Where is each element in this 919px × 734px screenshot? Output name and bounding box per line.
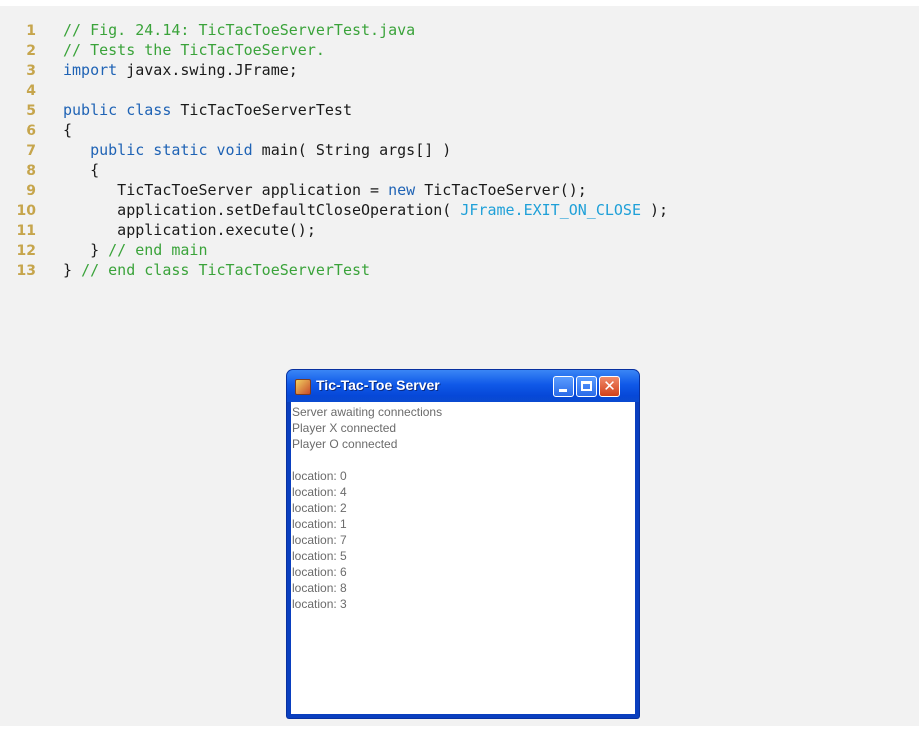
line-number: 4 (26, 83, 36, 99)
line-number: 1 (26, 23, 36, 39)
code-line: 8 { (14, 160, 668, 180)
log-line: Server awaiting connections (292, 405, 443, 419)
code-token-plain: ); (640, 201, 669, 219)
log-line: Player X connected (292, 421, 397, 435)
log-line: location: 4 (292, 485, 347, 499)
log-line: Player O connected (292, 437, 398, 451)
log-line: location: 5 (292, 549, 347, 563)
maximize-button[interactable] (576, 376, 597, 397)
code-token-plain: } (63, 241, 109, 259)
minimize-button[interactable] (553, 376, 574, 397)
code-figure-panel: 1 // Fig. 24.14: TicTacToeServerTest.java… (0, 6, 919, 726)
log-line: location: 3 (292, 597, 347, 611)
code-token-plain: main( String args[] ) (252, 141, 452, 159)
code-token-plain: } (63, 261, 82, 279)
log-line: location: 8 (292, 581, 347, 595)
line-number: 12 (16, 243, 36, 259)
code-token-kw: new (388, 181, 416, 199)
window-titlebar[interactable]: Tic-Tac-Toe Server ✕ (287, 370, 639, 402)
code-token-plain: { (63, 161, 100, 179)
close-button[interactable]: ✕ (599, 376, 620, 397)
server-window: Tic-Tac-Toe Server ✕ Server awaiting con… (287, 370, 639, 718)
code-line: 11 application.execute(); (14, 220, 668, 240)
code-token-plain: { (63, 121, 73, 139)
log-line: location: 0 (292, 469, 347, 483)
output-text-area[interactable]: Server awaiting connections Player X conn… (291, 402, 635, 714)
code-line: 6{ (14, 120, 668, 140)
close-icon: ✕ (603, 377, 616, 395)
code-token-plain: application.execute(); (63, 221, 316, 239)
line-number: 13 (16, 263, 36, 279)
code-line: 12 } // end main (14, 240, 668, 260)
code-token-const: JFrame.EXIT_ON_CLOSE (460, 201, 641, 219)
code-token-comment: // end main (108, 241, 208, 259)
java-app-icon (295, 379, 311, 395)
code-token-comment: // end class TicTacToeServerTest (81, 261, 371, 279)
line-number: 11 (16, 223, 36, 239)
line-number: 10 (16, 203, 36, 219)
code-token-plain: javax.swing.JFrame; (117, 61, 298, 79)
code-token-plain: TicTacToeServer application = (63, 181, 389, 199)
maximize-icon (581, 381, 592, 391)
code-token-plain: TicTacToeServer(); (415, 181, 587, 199)
code-line: 1 // Fig. 24.14: TicTacToeServerTest.java (14, 20, 668, 40)
code-line: 10 application.setDefaultCloseOperation(… (14, 200, 669, 220)
code-token-plain: application.setDefaultCloseOperation( (63, 201, 461, 219)
log-line: location: 2 (292, 501, 347, 515)
code-listing: 1 // Fig. 24.14: TicTacToeServerTest.java… (14, 20, 669, 280)
server-log: Server awaiting connections Player X conn… (292, 404, 442, 612)
line-number: 8 (26, 163, 36, 179)
line-number: 5 (26, 103, 36, 119)
code-line: 3 import javax.swing.JFrame; (14, 60, 668, 80)
line-number: 9 (26, 183, 36, 199)
code-token-kw: public static void (90, 141, 253, 159)
code-token-comment: // Tests the TicTacToeServer. (63, 41, 325, 59)
line-number: 6 (26, 123, 36, 139)
code-line: 7 public static void main( String args[]… (14, 140, 668, 160)
window-title: Tic-Tac-Toe Server (316, 377, 440, 393)
code-line: 9 TicTacToeServer application = new TicT… (14, 180, 668, 200)
code-line: 4 (14, 80, 668, 100)
code-line: 13} // end class TicTacToeServerTest (14, 260, 668, 280)
minimize-icon (559, 389, 567, 392)
code-line: 2 // Tests the TicTacToeServer. (14, 40, 668, 60)
code-token-plain: TicTacToeServerTest (171, 101, 352, 119)
line-number: 2 (26, 43, 36, 59)
code-token-kw: import (63, 61, 118, 79)
code-token-comment: // Fig. 24.14: TicTacToeServerTest.java (63, 21, 416, 39)
code-line: 5 public class TicTacToeServerTest (14, 100, 668, 120)
log-line: location: 6 (292, 565, 347, 579)
line-number: 7 (26, 143, 36, 159)
log-line: location: 7 (292, 533, 347, 547)
code-token-kw: public class (63, 101, 172, 119)
line-number: 3 (26, 63, 36, 79)
log-line: location: 1 (292, 517, 347, 531)
